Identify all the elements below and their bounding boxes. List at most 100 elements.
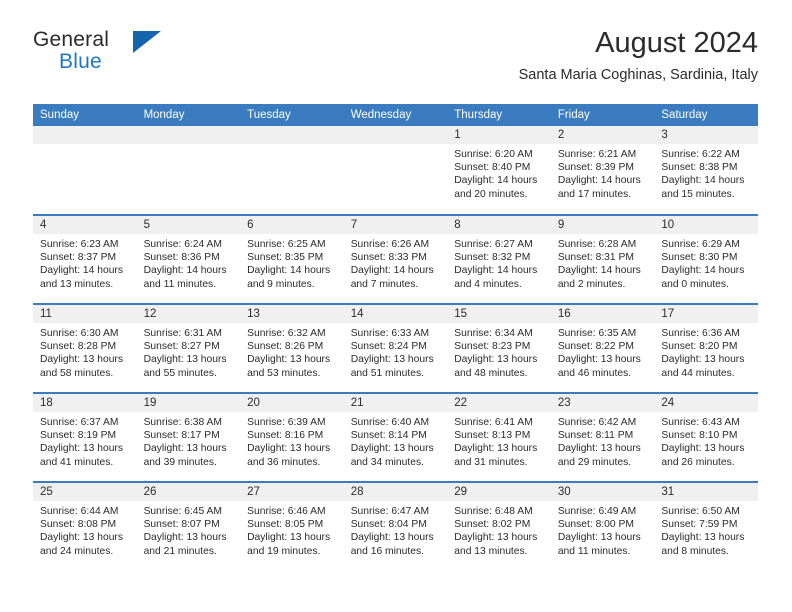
day-details: Sunrise: 6:48 AM Sunset: 8:02 PM Daylight:… <box>447 501 551 558</box>
brand-name-general: General <box>33 28 110 51</box>
day-cell[interactable]: 23 Sunrise: 6:42 AM Sunset: 8:11 PM Dayligh… <box>550 392 655 482</box>
day-details: Sunrise: 6:39 AM Sunset: 8:16 PM Daylight:… <box>240 412 344 469</box>
daylight-text: Daylight: 13 hours and 29 minutes. <box>557 443 641 468</box>
day-cell[interactable]: 1 Sunrise: 6:20 AM Sunset: 8:40 PM Daylight… <box>447 126 551 215</box>
day-details: Sunrise: 6:49 AM Sunset: 8:00 PM Daylight:… <box>551 501 655 558</box>
weekday-header-tuesday: Tuesday <box>240 104 344 126</box>
day-cell[interactable]: 28 Sunrise: 6:47 AM Sunset: 8:04 PM Dayligh… <box>343 481 448 571</box>
day-details: Sunrise: 6:44 AM Sunset: 8:08 PM Daylight:… <box>33 501 137 558</box>
sunrise-text: Sunrise: 6:37 AM <box>40 417 119 428</box>
day-cell[interactable]: 19 Sunrise: 6:38 AM Sunset: 8:17 PM Dayligh… <box>136 392 241 482</box>
day-cell[interactable]: 13 Sunrise: 6:32 AM Sunset: 8:26 PM Dayligh… <box>240 303 344 393</box>
daylight-text: Daylight: 13 hours and 53 minutes. <box>247 354 331 379</box>
sunset-text: Sunset: 8:26 PM <box>247 341 324 353</box>
day-number: 31 <box>654 483 758 501</box>
calendar-page: General Blue August 2024 Santa Maria Cog… <box>0 0 792 612</box>
brand-logo[interactable]: General Blue <box>33 28 253 90</box>
sunrise-text: Sunrise: 6:32 AM <box>247 328 326 339</box>
day-details: Sunrise: 6:27 AM Sunset: 8:32 PM Daylight:… <box>447 234 551 291</box>
day-cell[interactable]: 25 Sunrise: 6:44 AM Sunset: 8:08 PM Dayligh… <box>33 481 137 571</box>
week-row: 25 Sunrise: 6:44 AM Sunset: 8:08 PM Dayligh… <box>33 481 758 571</box>
sunrise-text: Sunrise: 6:20 AM <box>454 149 533 160</box>
title-block: August 2024 Santa Maria Coghinas, Sardin… <box>519 26 758 85</box>
sunset-text: Sunset: 8:23 PM <box>454 341 531 353</box>
sunset-text: Sunset: 8:22 PM <box>557 341 634 353</box>
weekday-header-monday: Monday <box>136 104 241 126</box>
day-cell[interactable] <box>33 126 137 215</box>
sunrise-text: Sunrise: 6:30 AM <box>40 328 119 339</box>
day-cell[interactable]: 20 Sunrise: 6:39 AM Sunset: 8:16 PM Dayligh… <box>240 392 344 482</box>
day-details: Sunrise: 6:41 AM Sunset: 8:13 PM Daylight:… <box>447 412 551 469</box>
day-number: 9 <box>550 216 655 234</box>
day-number: 18 <box>33 394 137 412</box>
day-cell[interactable]: 2 Sunrise: 6:21 AM Sunset: 8:39 PM Daylight… <box>550 126 655 215</box>
day-cell[interactable]: 3 Sunrise: 6:22 AM Sunset: 8:38 PM Daylight… <box>654 126 758 215</box>
day-cell[interactable]: 8 Sunrise: 6:27 AM Sunset: 8:32 PM Daylight… <box>447 214 551 304</box>
daylight-text: Daylight: 13 hours and 39 minutes. <box>143 443 227 468</box>
daylight-text: Daylight: 14 hours and 7 minutes. <box>350 265 434 290</box>
day-details: Sunrise: 6:47 AM Sunset: 8:04 PM Daylight:… <box>344 501 448 558</box>
day-number: 5 <box>136 216 241 234</box>
sunrise-text: Sunrise: 6:48 AM <box>454 506 533 517</box>
daylight-text: Daylight: 13 hours and 19 minutes. <box>247 532 331 557</box>
sunset-text: Sunset: 8:16 PM <box>247 430 324 442</box>
day-cell[interactable]: 6 Sunrise: 6:25 AM Sunset: 8:35 PM Daylight… <box>240 214 344 304</box>
day-number: 24 <box>654 394 758 412</box>
sunrise-text: Sunrise: 6:35 AM <box>557 328 637 339</box>
sunset-text: Sunset: 8:40 PM <box>454 162 531 174</box>
day-cell[interactable]: 14 Sunrise: 6:33 AM Sunset: 8:24 PM Dayligh… <box>343 303 448 393</box>
daylight-text: Daylight: 13 hours and 44 minutes. <box>661 354 745 379</box>
day-cell[interactable]: 12 Sunrise: 6:31 AM Sunset: 8:27 PM Dayligh… <box>136 303 241 393</box>
sunrise-text: Sunrise: 6:29 AM <box>661 239 740 250</box>
day-number: 2 <box>550 126 655 144</box>
sunset-text: Sunset: 7:59 PM <box>661 519 738 531</box>
sunset-text: Sunset: 8:30 PM <box>661 252 738 264</box>
day-cell[interactable]: 16 Sunrise: 6:35 AM Sunset: 8:22 PM Dayligh… <box>550 303 655 393</box>
day-cell[interactable]: 7 Sunrise: 6:26 AM Sunset: 8:33 PM Daylight… <box>343 214 448 304</box>
day-cell[interactable]: 18 Sunrise: 6:37 AM Sunset: 8:19 PM Dayligh… <box>33 392 137 482</box>
day-cell[interactable]: 21 Sunrise: 6:40 AM Sunset: 8:14 PM Dayligh… <box>343 392 448 482</box>
day-cell[interactable]: 17 Sunrise: 6:36 AM Sunset: 8:20 PM Dayligh… <box>654 303 758 393</box>
sunrise-text: Sunrise: 6:46 AM <box>247 506 326 517</box>
day-cell[interactable] <box>136 126 241 215</box>
day-number: 27 <box>240 483 344 501</box>
day-number: 21 <box>343 394 448 412</box>
day-cell[interactable]: 31 Sunrise: 6:50 AM Sunset: 7:59 PM Dayligh… <box>654 481 758 571</box>
day-cell[interactable]: 10 Sunrise: 6:29 AM Sunset: 8:30 PM Dayligh… <box>654 214 758 304</box>
sunset-text: Sunset: 8:08 PM <box>40 519 117 531</box>
day-number <box>136 126 241 144</box>
day-cell[interactable]: 22 Sunrise: 6:41 AM Sunset: 8:13 PM Dayligh… <box>447 392 551 482</box>
day-cell[interactable]: 4 Sunrise: 6:23 AM Sunset: 8:37 PM Daylight… <box>33 214 137 304</box>
weekday-header-thursday: Thursday <box>447 104 551 126</box>
daylight-text: Daylight: 13 hours and 16 minutes. <box>350 532 434 557</box>
sunrise-text: Sunrise: 6:25 AM <box>247 239 326 250</box>
day-details <box>33 144 137 148</box>
sunset-text: Sunset: 8:19 PM <box>40 430 117 442</box>
sunrise-text: Sunrise: 6:38 AM <box>143 417 222 428</box>
day-details: Sunrise: 6:25 AM Sunset: 8:35 PM Daylight:… <box>240 234 344 291</box>
day-cell[interactable]: 30 Sunrise: 6:49 AM Sunset: 8:00 PM Dayligh… <box>550 481 655 571</box>
sunset-text: Sunset: 8:17 PM <box>143 430 220 442</box>
sunrise-text: Sunrise: 6:39 AM <box>247 417 326 428</box>
day-cell[interactable]: 9 Sunrise: 6:28 AM Sunset: 8:31 PM Daylight… <box>550 214 655 304</box>
day-cell[interactable]: 29 Sunrise: 6:48 AM Sunset: 8:02 PM Dayligh… <box>447 481 551 571</box>
sunset-text: Sunset: 8:39 PM <box>557 162 634 174</box>
day-cell[interactable]: 26 Sunrise: 6:45 AM Sunset: 8:07 PM Dayligh… <box>136 481 241 571</box>
day-number: 7 <box>343 216 448 234</box>
sunset-text: Sunset: 8:14 PM <box>350 430 427 442</box>
day-details: Sunrise: 6:32 AM Sunset: 8:26 PM Daylight:… <box>240 323 344 380</box>
day-cell[interactable]: 24 Sunrise: 6:43 AM Sunset: 8:10 PM Dayligh… <box>654 392 758 482</box>
day-cell[interactable] <box>240 126 344 215</box>
sunrise-text: Sunrise: 6:42 AM <box>557 417 637 428</box>
day-cell[interactable]: 5 Sunrise: 6:24 AM Sunset: 8:36 PM Daylight… <box>136 214 241 304</box>
daylight-text: Daylight: 14 hours and 17 minutes. <box>557 175 641 200</box>
sunrise-text: Sunrise: 6:40 AM <box>350 417 430 428</box>
sunrise-text: Sunrise: 6:36 AM <box>661 328 740 339</box>
week-row: 4 Sunrise: 6:23 AM Sunset: 8:37 PM Daylight… <box>33 214 758 304</box>
daylight-text: Daylight: 13 hours and 31 minutes. <box>454 443 538 468</box>
day-details: Sunrise: 6:31 AM Sunset: 8:27 PM Daylight:… <box>137 323 241 380</box>
day-cell[interactable] <box>343 126 448 215</box>
day-cell[interactable]: 27 Sunrise: 6:46 AM Sunset: 8:05 PM Dayligh… <box>240 481 344 571</box>
day-cell[interactable]: 15 Sunrise: 6:34 AM Sunset: 8:23 PM Dayligh… <box>447 303 551 393</box>
day-cell[interactable]: 11 Sunrise: 6:30 AM Sunset: 8:28 PM Dayligh… <box>33 303 137 393</box>
